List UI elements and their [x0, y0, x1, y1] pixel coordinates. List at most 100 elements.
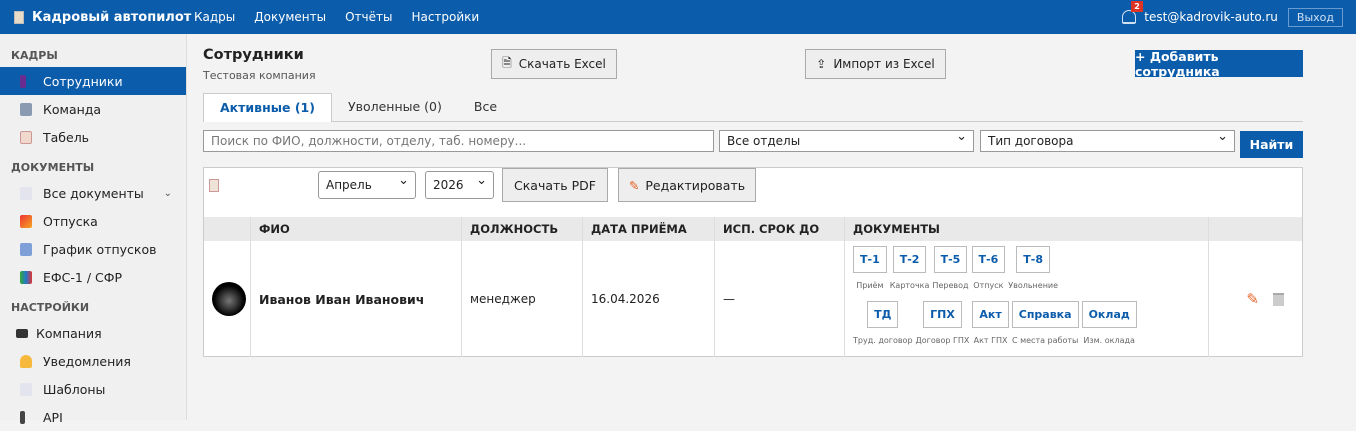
doc-t2-button[interactable]: Т-2: [892, 246, 927, 273]
tab-active[interactable]: Активные (1): [203, 93, 332, 122]
sidebar-item-company[interactable]: Компания: [0, 319, 186, 347]
col-documents[interactable]: ДОКУМЕНТЫ: [844, 217, 940, 241]
label: Все документы: [43, 185, 144, 201]
sidebar-item-efs[interactable]: ЕФС-1 / СФР: [0, 263, 186, 291]
nav-reports[interactable]: Отчёты: [345, 10, 392, 24]
import-excel-button[interactable]: ⇪ Импорт из Excel: [805, 49, 946, 79]
sidebar-item-notifications[interactable]: Уведомления: [0, 347, 186, 375]
avatar: [212, 282, 246, 316]
doc-t5-button[interactable]: Т-5: [933, 246, 968, 273]
document-icon: [20, 382, 32, 396]
brand[interactable]: Кадровый автопилот: [14, 10, 194, 25]
col-name[interactable]: ФИО: [250, 217, 290, 241]
find-button[interactable]: Найти: [1240, 131, 1303, 158]
edit-button[interactable]: ✎ Редактировать: [618, 168, 756, 202]
label: Скачать Excel: [518, 57, 606, 71]
sidebar-item-team[interactable]: Команда: [0, 95, 186, 123]
tab-all[interactable]: Все: [458, 93, 513, 121]
doc-t6-button[interactable]: Т-6: [971, 246, 1006, 273]
vacation-icon: [20, 214, 32, 228]
sidebar-item-all-documents[interactable]: Все документы ⌄: [0, 179, 186, 207]
top-bar: Кадровый автопилот Кадры Документы Отчёты Н…: [0, 0, 1356, 34]
label: API: [43, 409, 63, 425]
clipboard-icon: [209, 179, 219, 192]
doc-label: Труд. договор: [853, 336, 913, 345]
file-icon: 🗎: [502, 55, 512, 70]
top-nav: Кадры Документы Отчёты Настройки: [194, 10, 498, 24]
chevron-down-icon[interactable]: ⌄: [164, 188, 172, 199]
doc-act-button[interactable]: Акт: [972, 301, 1009, 328]
add-employee-button[interactable]: + Добавить сотрудника: [1135, 49, 1303, 79]
nav-kadry[interactable]: Кадры: [194, 10, 235, 24]
sidebar: КАДРЫ Сотрудники Команда Табель ДОКУМЕНТ…: [0, 34, 187, 425]
department-select[interactable]: Все отделы: [719, 127, 974, 152]
edit-pencil-icon[interactable]: ✎: [1246, 290, 1259, 308]
doc-td-button[interactable]: ТД: [867, 301, 899, 328]
sidebar-item-vacations[interactable]: Отпуска: [0, 207, 186, 235]
doc-salary-button[interactable]: Оклад: [1081, 301, 1137, 328]
pencil-icon: ✎: [628, 177, 640, 193]
company-name: Тестовая компания: [203, 69, 316, 82]
doc-gph-button[interactable]: ГПХ: [923, 301, 962, 328]
value: Все отделы: [727, 134, 801, 148]
chart-icon: [20, 270, 32, 284]
label: Уведомления: [43, 353, 131, 369]
sidebar-item-vacation-schedule[interactable]: График отпусков: [0, 235, 186, 263]
trash-icon[interactable]: [1273, 292, 1284, 306]
section-kadry: КАДРЫ: [11, 49, 58, 62]
doc-label: Договор ГПХ: [915, 336, 970, 345]
sidebar-item-employees[interactable]: Сотрудники: [0, 67, 186, 95]
team-icon: [20, 102, 32, 116]
doc-certificate-button[interactable]: Справка: [1011, 301, 1079, 328]
sidebar-item-templates[interactable]: Шаблоны: [0, 375, 186, 403]
actions-cell: ✎: [1208, 241, 1302, 357]
label: График отпусков: [43, 241, 157, 257]
sidebar-item-timesheet[interactable]: Табель: [0, 123, 186, 151]
col-probation[interactable]: ИСП. СРОК ДО: [714, 217, 819, 241]
logout-button[interactable]: Выход: [1287, 7, 1343, 27]
document-icon: [20, 186, 32, 200]
employee-name[interactable]: Иванов Иван Иванович: [250, 241, 424, 357]
doc-label: Акт ГПХ: [973, 336, 1008, 345]
upload-icon: ⇪: [816, 57, 827, 71]
search-input[interactable]: Поиск по ФИО, должности, отделу, таб. но…: [203, 130, 714, 152]
employees-panel: Апрель 2026 Скачать PDF ✎ Редактировать Ф…: [203, 167, 1303, 357]
year-select[interactable]: 2026: [425, 168, 494, 199]
table-row: Иванов Иван Иванович менеджер 16.04.2026…: [204, 241, 1302, 357]
label: Шаблоны: [43, 381, 106, 397]
download-pdf-button[interactable]: Скачать PDF: [502, 168, 608, 202]
sidebar-item-api[interactable]: API: [0, 403, 186, 431]
contract-type-select[interactable]: Тип договора: [980, 127, 1235, 152]
month-select[interactable]: Апрель: [318, 168, 416, 199]
timesheet-icon: [20, 130, 32, 144]
label: ЕФС-1 / СФР: [43, 269, 123, 285]
label: Отпуска: [43, 213, 98, 229]
label: Компания: [36, 325, 102, 341]
download-excel-button[interactable]: 🗎 Скачать Excel: [491, 49, 617, 79]
bell-icon[interactable]: 2: [1122, 1, 1143, 24]
doc-label: Карточка: [889, 281, 930, 290]
doc-label: Перевод: [932, 281, 969, 290]
user-email: test@kadrovik-auto.ru: [1144, 10, 1278, 24]
person-icon: [20, 74, 26, 88]
table-header: ФИО ДОЛЖНОСТЬ ДАТА ПРИЁМА ИСП. СРОК ДО Д…: [204, 217, 1302, 241]
col-hire-date[interactable]: ДАТА ПРИЁМА: [582, 217, 687, 241]
docs-row-2: ТД Труд. договор ГПХ Договор ГПХ Акт Акт ГП…: [853, 301, 1140, 345]
doc-t1-button[interactable]: Т-1: [853, 246, 887, 273]
clipboard-icon: [14, 10, 24, 24]
nav-documents[interactable]: Документы: [254, 10, 326, 24]
doc-label: С места работы: [1011, 336, 1079, 345]
employee-position: менеджер: [461, 241, 536, 357]
value: 2026: [433, 178, 464, 192]
doc-label: Увольнение: [1008, 281, 1059, 290]
value: Тип договора: [988, 134, 1074, 148]
bell-icon: [20, 354, 32, 368]
col-position[interactable]: ДОЛЖНОСТЬ: [461, 217, 558, 241]
plug-icon: [20, 410, 25, 424]
label: Табель: [43, 129, 90, 145]
notification-badge: 2: [1131, 1, 1143, 12]
nav-settings[interactable]: Настройки: [411, 10, 479, 24]
tab-dismissed[interactable]: Уволенные (0): [332, 93, 458, 121]
building-icon: [16, 328, 28, 338]
doc-t8-button[interactable]: Т-8: [1016, 246, 1051, 273]
